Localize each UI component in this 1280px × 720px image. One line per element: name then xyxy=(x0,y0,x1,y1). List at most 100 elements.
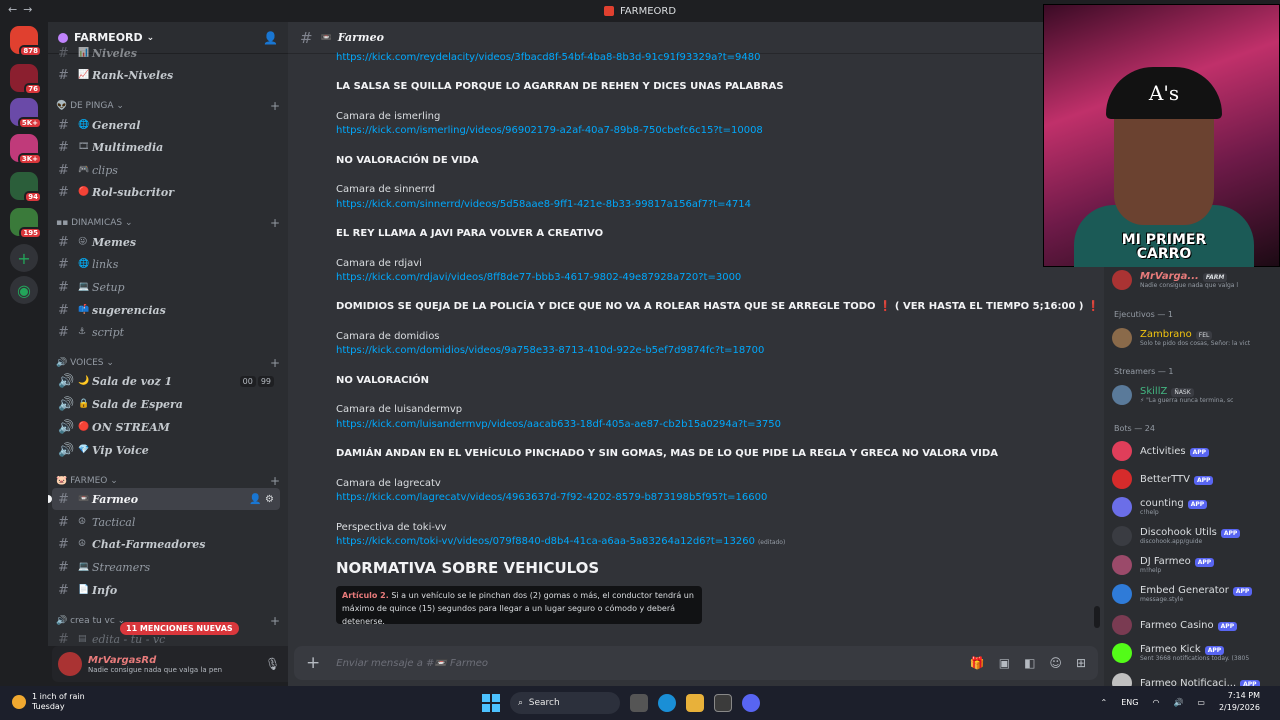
apps-icon[interactable]: ⊞ xyxy=(1076,656,1086,670)
explorer-icon[interactable] xyxy=(686,694,704,712)
message-link[interactable]: https://kick.com/lagrecatv/videos/496363… xyxy=(336,492,767,503)
channel-item[interactable]: # 🌐 General xyxy=(52,114,280,136)
category-de-pinga[interactable]: 👽 DE PINGA ⌄ + xyxy=(56,98,280,114)
bot-item[interactable]: BetterTTV APP xyxy=(1112,466,1278,492)
server-icon[interactable]: 76 xyxy=(10,64,42,95)
voice-channel-item[interactable]: 🔊 🔴 ON STREAM xyxy=(52,416,280,438)
start-icon[interactable] xyxy=(482,694,500,712)
volume-icon[interactable]: 🔊 xyxy=(1173,698,1183,707)
channel-item[interactable]: # ☮ Tactical xyxy=(52,511,280,533)
bot-item[interactable]: Farmeo Notificaci... APP xyxy=(1112,670,1278,686)
member-status: Sent 3668 notifications today. (3805 xyxy=(1140,655,1250,662)
microphone-icon[interactable]: 🎙 xyxy=(265,657,280,671)
category-dinamicas[interactable]: ▪▪ DINAMICAS ⌄ + xyxy=(56,215,280,231)
sticker-icon[interactable]: ◧ xyxy=(1024,656,1035,670)
message-text: NO VALORACIÓN xyxy=(336,375,430,386)
channel-item[interactable]: # 💻 Streamers xyxy=(52,556,280,578)
bot-item[interactable]: counting APP c!help xyxy=(1112,494,1278,520)
speaker-icon: 🔊 xyxy=(56,358,71,368)
bot-item[interactable]: Activities APP xyxy=(1112,438,1278,464)
server-icon[interactable]: 878 xyxy=(10,26,42,57)
channel-settings-icon[interactable]: 👤 ⚙ xyxy=(249,494,274,505)
category-voices[interactable]: 🔊 VOICES ⌄ + xyxy=(56,355,280,371)
add-channel-icon[interactable]: + xyxy=(270,216,280,230)
gif-icon[interactable]: ▣ xyxy=(999,656,1010,670)
channel-item[interactable]: # 💻 Setup xyxy=(52,276,280,298)
bot-item[interactable]: Farmeo Kick APP Sent 3668 notifications to… xyxy=(1112,640,1278,666)
add-channel-icon[interactable]: + xyxy=(270,99,280,113)
member-status: ⚡ "La guerra nunca termina, sc xyxy=(1140,397,1234,404)
bot-item[interactable]: Farmeo Casino APP xyxy=(1112,612,1278,638)
message-text: Camara de luisandermvp xyxy=(336,404,463,415)
channel-item[interactable]: # 🌐 links xyxy=(52,253,280,275)
server-icon[interactable]: 3K+ xyxy=(10,134,42,165)
chevron-up-icon[interactable]: ⌃ xyxy=(1101,698,1108,707)
add-server-icon[interactable]: + xyxy=(10,244,38,272)
obs-icon[interactable] xyxy=(714,694,732,712)
explore-icon[interactable]: ◉ xyxy=(10,276,38,304)
add-channel-icon[interactable]: + xyxy=(270,356,280,370)
discord-icon[interactable] xyxy=(742,694,760,712)
nav-arrows[interactable]: ←→ xyxy=(8,3,38,16)
weather-icon xyxy=(12,695,26,709)
wifi-icon[interactable]: ◠ xyxy=(1152,698,1159,707)
channel-name: sugerencias xyxy=(92,303,166,317)
guild-icon xyxy=(58,32,68,43)
webcam-caption: MI PRIMER CARRO xyxy=(1121,232,1207,262)
channel-item[interactable]: # 🔴 Rol-subcritor xyxy=(52,181,280,203)
member-name: Activities APP xyxy=(1140,446,1210,457)
member-item[interactable]: Zambrano FEL Solo te pido dos cosas, Señor… xyxy=(1112,325,1278,351)
message-link[interactable]: https://kick.com/toki-vv/videos/079f8840… xyxy=(336,536,755,547)
user-status: Nadie consigue nada que valga la pen xyxy=(88,665,223,674)
message-link[interactable]: https://kick.com/reydelacity/videos/3fba… xyxy=(336,52,760,63)
clock[interactable]: 7:14 PM 2/19/2026 xyxy=(1219,690,1260,714)
gift-icon[interactable]: 🎁 xyxy=(970,656,985,670)
channel-item[interactable]: # ☮ Chat-Farmeadores xyxy=(52,533,280,555)
channel-item[interactable]: # 📫 sugerencias xyxy=(52,299,280,321)
channel-item[interactable]: # ⚓ script xyxy=(52,321,280,343)
bot-item[interactable]: Embed Generator APP message.style xyxy=(1112,581,1278,607)
hash-icon: # xyxy=(58,256,69,272)
channel-item[interactable]: # 📊 Niveles xyxy=(52,42,280,64)
new-mentions-pill[interactable]: 11 MENCIONES NUEVAS xyxy=(120,622,239,635)
channel-item-active[interactable]: # 📼 Farmeo 👤 ⚙ xyxy=(48,488,280,510)
avatar[interactable] xyxy=(58,652,82,676)
category-label: FARMEO xyxy=(70,476,108,486)
channel-item[interactable]: # 📄 Info xyxy=(52,579,280,601)
member-item[interactable]: MrVarga... FARM Nadie consigue nada que va… xyxy=(1112,267,1278,293)
category-farmeo[interactable]: 🐷 FARMEO ⌄ + xyxy=(56,473,280,489)
server-icon[interactable]: 94 xyxy=(10,172,42,203)
add-channel-icon[interactable]: + xyxy=(270,474,280,488)
message-link[interactable]: https://kick.com/luisandermvp/videos/aac… xyxy=(336,419,781,430)
message-link[interactable]: https://kick.com/domidios/videos/9a758e3… xyxy=(336,345,764,356)
scrollbar[interactable] xyxy=(1094,606,1100,628)
member-item[interactable]: SkillZ ÑASK ⚡ "La guerra nunca termina, sc xyxy=(1112,382,1278,408)
weather-widget[interactable]: 1 inch of rain Tuesday xyxy=(12,692,85,712)
task-view-icon[interactable] xyxy=(630,694,648,712)
bot-item[interactable]: DJ Farmeo APP m!help xyxy=(1112,552,1278,578)
attach-plus-icon[interactable]: + xyxy=(306,653,320,673)
channel-item[interactable]: # 🎞 Multimedia xyxy=(52,136,280,158)
edge-icon[interactable] xyxy=(658,694,676,712)
channel-item[interactable]: # 📈 Rank-Niveles xyxy=(52,64,280,86)
battery-icon[interactable]: ▭ xyxy=(1197,698,1205,707)
taskbar-search[interactable]: ⌕ Search xyxy=(510,692,620,714)
bot-item[interactable]: Discohook Utils APP discohook.app/guide xyxy=(1112,523,1278,549)
message-link[interactable]: https://kick.com/rdjavi/videos/8ff8de77-… xyxy=(336,272,741,283)
bot-avatar xyxy=(1112,555,1132,575)
message-link[interactable]: https://kick.com/sinnerrd/videos/5d58aae… xyxy=(336,199,751,210)
avatar xyxy=(1112,328,1132,348)
server-icon[interactable]: 5K+ xyxy=(10,98,42,129)
voice-channel-item[interactable]: 🔊 💎 Vip Voice xyxy=(52,439,280,461)
message-link[interactable]: https://kick.com/ismerling/videos/969021… xyxy=(336,125,763,136)
channel-emoji: 😜 xyxy=(78,237,88,247)
channel-item[interactable]: # 🎮 clips xyxy=(52,159,280,181)
channel-item[interactable]: # 😜 Memes xyxy=(52,231,280,253)
message-input[interactable] xyxy=(336,657,970,669)
language-indicator[interactable]: ENG xyxy=(1121,698,1138,707)
server-icon[interactable]: 195 xyxy=(10,208,42,239)
voice-channel-item[interactable]: 🔊 🌙 Sala de voz 1 00 99 xyxy=(52,370,280,392)
voice-channel-item[interactable]: 🔊 🔒 Sala de Espera xyxy=(52,393,280,415)
emoji-icon[interactable]: ☺ xyxy=(1049,656,1062,670)
add-channel-icon[interactable]: + xyxy=(270,614,280,628)
